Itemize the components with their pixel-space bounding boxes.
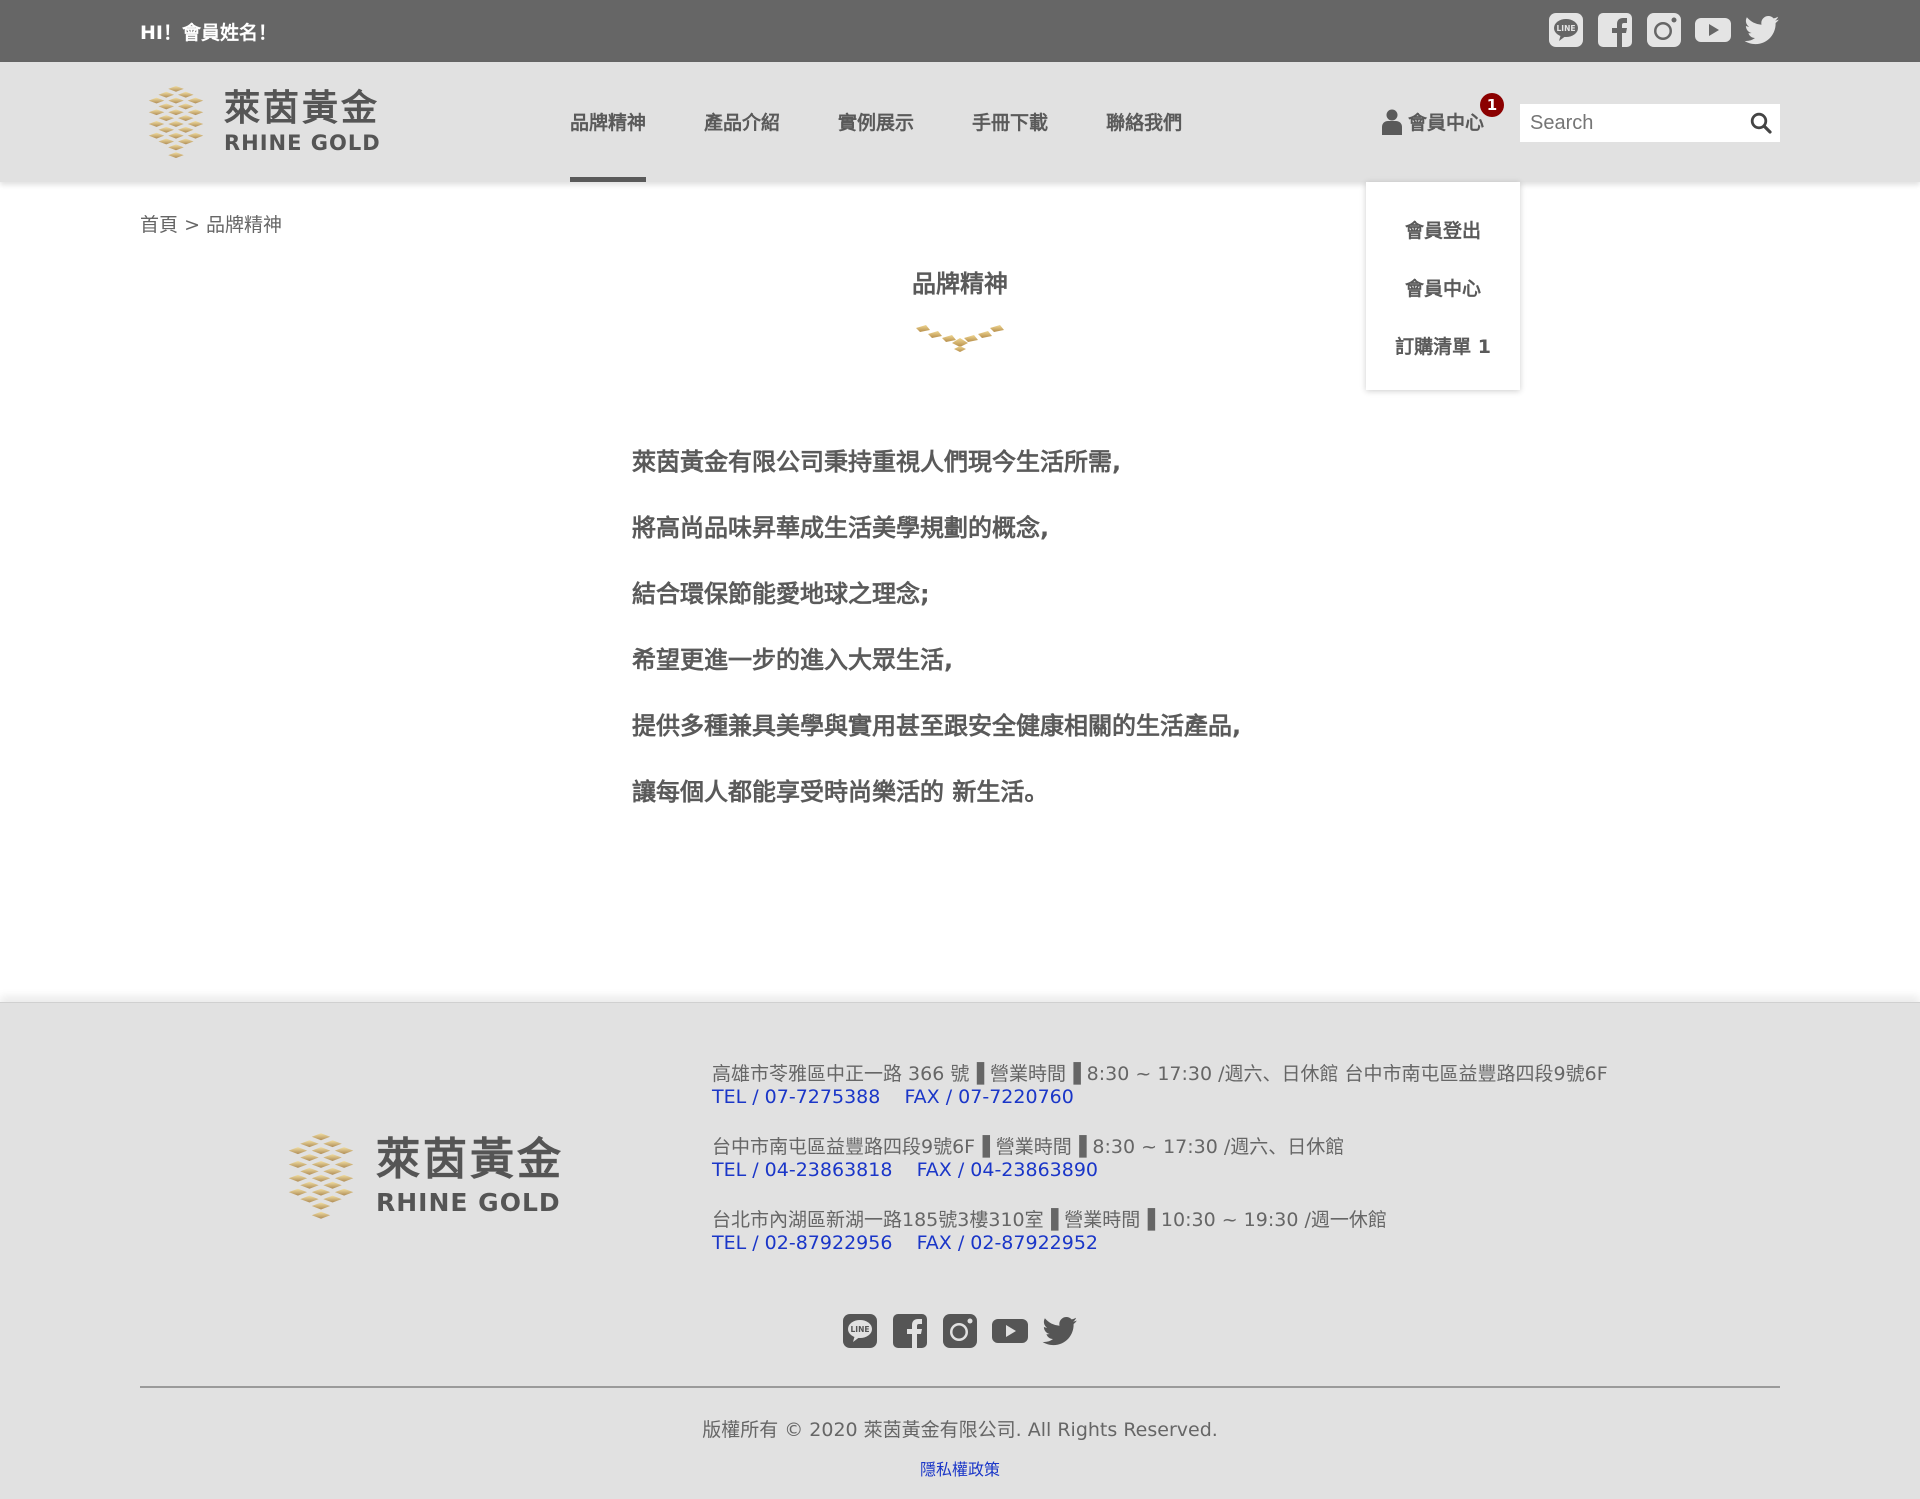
branch-contact: TEL / 07-7275388 FAX / 07-7220760: [712, 1086, 1608, 1109]
nav-item-contact[interactable]: 聯絡我們: [1106, 62, 1182, 182]
youtube-icon[interactable]: [1695, 12, 1731, 48]
branch-tel-link[interactable]: TEL / 04-23863818: [712, 1159, 892, 1181]
content-paragraph: 將高尚品味昇華成生活美學規劃的概念,: [632, 514, 1050, 542]
privacy-policy-link[interactable]: 隱私權政策: [0, 1456, 1920, 1480]
nav-item-brochure-download[interactable]: 手冊下載: [972, 62, 1048, 182]
content-paragraph: 萊茵黃金有限公司秉持重視人們現今生活所需,: [632, 448, 1122, 476]
branch-kaohsiung: 高雄市苓雅區中正一路 366 號▐ 營業時間▐ 8:30 ~ 17:30 /週六…: [712, 1063, 1608, 1109]
instagram-icon[interactable]: [1646, 12, 1682, 48]
footer-divider: [140, 1386, 1780, 1388]
branch-taichung: 台中市南屯區益豐路四段9號6F▐ 營業時間▐ 8:30 ~ 17:30 /週六、…: [712, 1136, 1344, 1182]
footer-social-links: LINE: [842, 1313, 1078, 1349]
svg-text:LINE: LINE: [1557, 24, 1576, 33]
brand-name-en: RHINE GOLD: [376, 1187, 561, 1217]
menu-item-order-list[interactable]: 訂購清單 1: [1366, 332, 1520, 359]
search-input[interactable]: [1520, 104, 1745, 142]
branch-address: 台北市內湖區新湖一路185號3樓310室▐ 營業時間▐ 10:30 ~ 19:3…: [712, 1209, 1387, 1231]
line-icon[interactable]: LINE: [842, 1313, 878, 1349]
brand-spirit-content: 萊茵黃金有限公司秉持重視人們現今生活所需, 將高尚品味昇華成生活美學規劃的概念,…: [632, 448, 1241, 844]
top-bar: HI！會員姓名！ LINE: [0, 0, 1920, 62]
nav-item-products[interactable]: 產品介紹: [704, 62, 780, 182]
main-nav: 品牌精神 產品介紹 實例展示 手冊下載 聯絡我們: [570, 62, 1240, 182]
twitter-icon[interactable]: [1744, 12, 1780, 48]
menu-item-member-center[interactable]: 會員中心: [1366, 274, 1520, 301]
member-dropdown-menu: 會員登出 會員中心 訂購清單 1: [1366, 182, 1520, 390]
branch-contact: TEL / 04-23863818 FAX / 04-23863890: [712, 1159, 1344, 1182]
site-footer: 萊茵黃金 RHINE GOLD 高雄市苓雅區中正一路 366 號▐ 營業時間▐ …: [0, 1002, 1920, 1499]
content-paragraph: 提供多種兼具美學與實用甚至跟安全健康相關的生活產品,: [632, 712, 1242, 740]
search-box: [1520, 104, 1780, 142]
site-header: 萊茵黃金 RHINE GOLD 品牌精神 產品介紹 實例展示 手冊下載 聯絡我們…: [0, 62, 1920, 182]
youtube-icon[interactable]: [992, 1313, 1028, 1349]
breadcrumb-home[interactable]: 首頁: [140, 214, 178, 236]
svg-text:LINE: LINE: [851, 1325, 870, 1334]
nav-item-showcase[interactable]: 實例展示: [838, 62, 914, 182]
instagram-icon[interactable]: [942, 1313, 978, 1349]
brand-wordmark: 萊茵黃金 RHINE GOLD: [224, 87, 381, 155]
branch-taipei: 台北市內湖區新湖一路185號3樓310室▐ 營業時間▐ 10:30 ~ 19:3…: [712, 1209, 1387, 1255]
notification-badge: 1: [1480, 93, 1504, 117]
content-paragraph: 結合環保節能愛地球之理念;: [632, 580, 930, 608]
branch-contact: TEL / 02-87922956 FAX / 02-87922952: [712, 1232, 1387, 1255]
search-icon[interactable]: [1750, 112, 1772, 134]
brand-name-zh: 萊茵黃金: [376, 1133, 564, 1185]
user-icon: [1382, 109, 1402, 135]
branch-fax: FAX / 04-23863890: [916, 1159, 1099, 1181]
facebook-icon[interactable]: [892, 1313, 928, 1349]
breadcrumb: 首頁 > 品牌精神: [140, 210, 282, 237]
menu-item-logout[interactable]: 會員登出: [1366, 216, 1520, 243]
footer-wordmark: 萊茵黃金 RHINE GOLD: [376, 1133, 564, 1217]
breadcrumb-separator: >: [184, 214, 200, 236]
twitter-icon[interactable]: [1042, 1313, 1078, 1349]
nav-item-brand-spirit[interactable]: 品牌精神: [570, 62, 647, 182]
line-icon[interactable]: LINE: [1548, 12, 1584, 48]
branch-tel-link[interactable]: TEL / 02-87922956: [712, 1232, 892, 1254]
content-paragraph: 讓每個人都能享受時尚樂活的 新生活。: [632, 778, 1049, 806]
page-title: 品牌精神: [912, 270, 1008, 298]
top-social-links: LINE: [1548, 12, 1780, 48]
copyright-text: 版權所有 © 2020 萊茵黃金有限公司. All Rights Reserve…: [702, 1419, 1218, 1441]
branch-fax: FAX / 02-87922952: [916, 1232, 1099, 1254]
breadcrumb-current: 品牌精神: [206, 214, 283, 236]
gold-ornament-icon: [916, 325, 1004, 352]
member-greeting: HI！會員姓名！: [140, 22, 277, 44]
branch-fax: FAX / 07-7220760: [904, 1086, 1074, 1108]
branch-address: 高雄市苓雅區中正一路 366 號▐ 營業時間▐ 8:30 ~ 17:30 /週六…: [712, 1063, 1608, 1085]
branch-address: 台中市南屯區益豐路四段9號6F▐ 營業時間▐ 8:30 ~ 17:30 /週六、…: [712, 1136, 1345, 1158]
member-center-label: 會員中心: [1408, 112, 1485, 134]
facebook-icon[interactable]: [1597, 12, 1633, 48]
member-center-button[interactable]: 會員中心 1: [1382, 93, 1504, 135]
brand-logo[interactable]: 萊茵黃金 RHINE GOLD: [140, 84, 381, 160]
footer-logo[interactable]: 萊茵黃金 RHINE GOLD: [278, 1131, 564, 1221]
brand-name-zh: 萊茵黃金: [224, 87, 381, 129]
rhine-gold-logo-icon: [148, 85, 204, 159]
content-paragraph: 希望更進一步的進入大眾生活,: [632, 646, 954, 674]
brand-name-en: RHINE GOLD: [224, 130, 381, 155]
rhine-gold-logo-icon: [288, 1133, 354, 1219]
branch-tel-link[interactable]: TEL / 07-7275388: [712, 1086, 880, 1108]
